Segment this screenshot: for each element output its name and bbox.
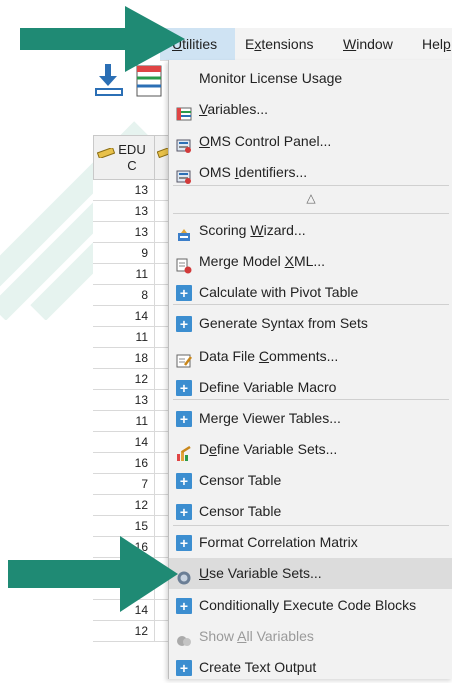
plus-icon: +: [176, 316, 192, 332]
plus-icon: +: [176, 411, 192, 427]
variable-sets-icon: [176, 442, 192, 461]
menu-item-data-file-comments[interactable]: Data File Comments...: [169, 341, 452, 372]
menu-item-show-all-variables[interactable]: Show All Variables: [169, 621, 452, 652]
menu-item-conditionally-execute[interactable]: + Conditionally Execute Code Blocks: [169, 590, 452, 621]
menu-item-label: Monitor License Usage: [199, 70, 343, 86]
menu-item-label: Censor Table: [199, 503, 282, 519]
menu-item-define-variable-sets[interactable]: Define Variable Sets...: [169, 434, 452, 465]
table-cell[interactable]: 18: [93, 348, 155, 369]
table-cell[interactable]: 15: [93, 516, 155, 537]
menu-item-label: Variables...: [199, 101, 269, 117]
use-variable-sets-icon: [176, 566, 192, 585]
menu-separator: [173, 213, 449, 214]
plus-icon: +: [176, 504, 192, 520]
table-cell[interactable]: 12: [93, 495, 155, 516]
oms-icon: [176, 165, 192, 184]
menu-item-label: OMS Identifiers...: [199, 164, 308, 180]
oms-icon: [176, 134, 192, 153]
plus-icon: +: [176, 535, 192, 551]
table-cell[interactable]: 14: [93, 306, 155, 327]
menu-item-merge-viewer-tables[interactable]: + Merge Viewer Tables...: [169, 403, 452, 434]
menubar-help[interactable]: Help: [422, 28, 452, 60]
merge-model-icon: [176, 254, 192, 274]
menu-item-label: Format Correlation Matrix: [199, 534, 358, 550]
ruler-icon: [97, 148, 115, 158]
menu-item-use-variable-sets[interactable]: Use Variable Sets...: [169, 558, 452, 589]
table-cell[interactable]: 14: [93, 432, 155, 453]
table-cell[interactable]: 12: [93, 369, 155, 390]
menu-item-generate-syntax[interactable]: + Generate Syntax from Sets: [169, 308, 452, 339]
menu-item-label: Conditionally Execute Code Blocks: [199, 597, 417, 613]
menu-item-oms-control-panel[interactable]: OMS Control Panel...: [169, 126, 452, 157]
menu-item-label: Use Variable Sets...: [199, 565, 322, 581]
table-cell[interactable]: 11: [93, 411, 155, 432]
plus-icon: +: [176, 598, 192, 614]
utilities-menu: Monitor License Usage Variables... OMS Con…: [168, 60, 452, 679]
menu-item-censor-table-2[interactable]: + Censor Table: [169, 496, 452, 527]
menu-item-censor-table-1[interactable]: + Censor Table: [169, 465, 452, 496]
table-cell[interactable]: 12: [93, 621, 155, 642]
table-cell[interactable]: 11: [93, 264, 155, 285]
table-cell[interactable]: 9: [93, 243, 155, 264]
show-all-icon: [176, 629, 192, 646]
menu-item-label: Generate Syntax from Sets: [199, 315, 368, 331]
menubar-extensions[interactable]: Extensions: [245, 28, 335, 60]
comments-icon: [176, 349, 192, 368]
column-header-educ[interactable]: EDU C: [93, 135, 155, 180]
menu-item-label: Merge Viewer Tables...: [199, 410, 341, 426]
menu-separator: [173, 399, 449, 400]
menubar-window[interactable]: Window: [343, 28, 413, 60]
column-header-line2: C: [127, 158, 137, 173]
table-cell[interactable]: 11: [93, 327, 155, 348]
menu-item-scoring-wizard[interactable]: Scoring Wizard...: [169, 215, 452, 246]
menu-separator: [173, 525, 449, 526]
menu-item-oms-identifiers[interactable]: OMS Identifiers...: [169, 157, 452, 188]
menu-item-variables[interactable]: Variables...: [169, 94, 452, 125]
menu-item-create-text-output[interactable]: + Create Text Output: [169, 652, 452, 683]
table-cell[interactable]: 7: [93, 474, 155, 495]
menu-scroll-up-icon[interactable]: △: [169, 186, 452, 210]
plus-icon: +: [176, 285, 192, 301]
menu-item-format-correlation-matrix[interactable]: + Format Correlation Matrix: [169, 527, 452, 558]
menu-item-label: Merge Model XML...: [199, 253, 326, 269]
pointer-arrow-icon: [20, 6, 185, 72]
plus-icon: +: [176, 660, 192, 676]
menu-item-merge-model-xml[interactable]: Merge Model XML...: [169, 246, 452, 277]
plus-icon: +: [176, 380, 192, 396]
menu-item-label: Create Text Output: [199, 659, 317, 675]
table-cell[interactable]: 16: [93, 453, 155, 474]
table-cell[interactable]: 13: [93, 390, 155, 411]
menu-item-label: Data File Comments...: [199, 348, 339, 364]
menu-item-label: OMS Control Panel...: [199, 133, 332, 149]
menu-item-monitor-license-usage[interactable]: Monitor License Usage: [169, 63, 452, 94]
menu-separator: [173, 304, 449, 305]
plus-icon: +: [176, 473, 192, 489]
scoring-wizard-icon: [176, 223, 192, 241]
table-cell[interactable]: 13: [93, 180, 155, 201]
pointer-arrow-icon: [8, 536, 178, 612]
table-cell[interactable]: 8: [93, 285, 155, 306]
menu-item-label: Scoring Wizard...: [199, 222, 306, 238]
variables-grid-icon: [176, 102, 192, 121]
menu-item-label: Censor Table: [199, 472, 282, 488]
menubar: Utilities Extensions Window Help: [160, 28, 452, 61]
menu-item-label: Define Variable Sets...: [199, 441, 338, 457]
table-cell[interactable]: 13: [93, 201, 155, 222]
table-cell[interactable]: 13: [93, 222, 155, 243]
menu-item-label: Show All Variables: [199, 628, 314, 644]
column-header-line1: EDU: [118, 142, 146, 157]
